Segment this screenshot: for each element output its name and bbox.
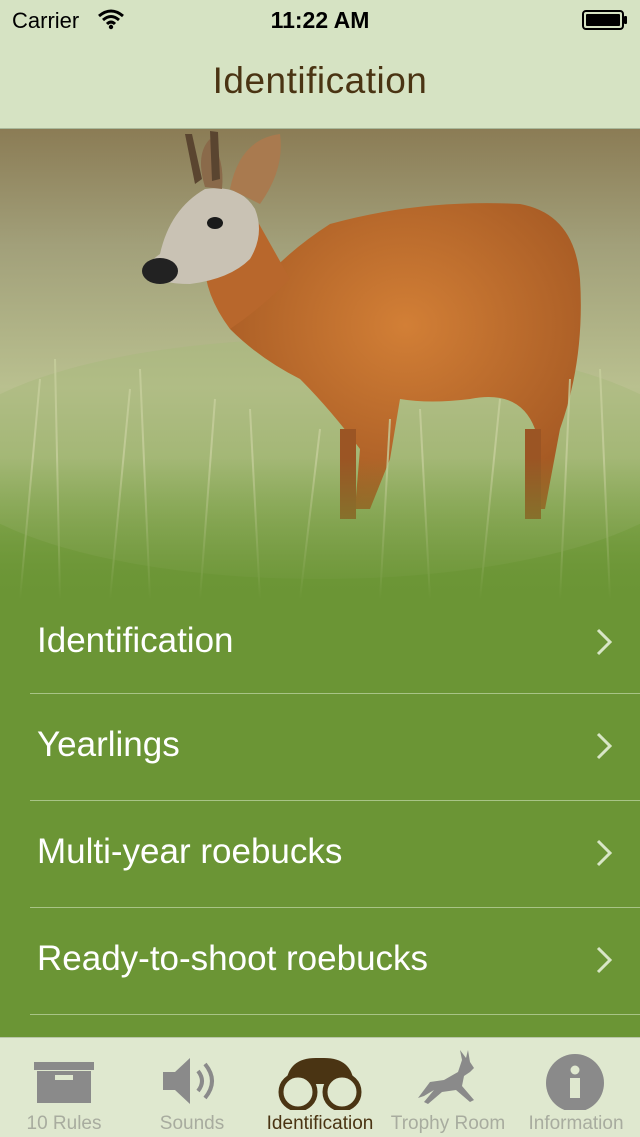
hero-image <box>0 129 640 599</box>
binoculars-icon <box>278 1058 362 1110</box>
list-item-identification[interactable]: Identification <box>30 590 640 694</box>
chevron-right-icon <box>596 732 612 760</box>
tab-information[interactable]: Information <box>512 1038 640 1137</box>
tab-label: Identification <box>266 1113 374 1134</box>
navigation-bar: Identification <box>0 40 640 129</box>
list-item-yearlings[interactable]: Yearlings <box>30 694 640 801</box>
tab-label: Trophy Room <box>390 1113 506 1134</box>
tab-10-rules[interactable]: 10 Rules <box>0 1038 128 1137</box>
list-item-multi-year-roebucks[interactable]: Multi-year roebucks <box>30 801 640 908</box>
page-title: Identification <box>212 60 428 101</box>
status-time: 11:22 AM <box>270 7 370 33</box>
list-item-ready-to-shoot-roebucks[interactable]: Ready-to-shoot roebucks <box>30 908 640 1015</box>
roe-deer-photo <box>0 129 640 599</box>
tab-sounds[interactable]: Sounds <box>128 1038 256 1137</box>
tab-label: Information <box>528 1113 624 1134</box>
list-item-label: Multi-year roebucks <box>37 832 343 871</box>
leaping-deer-icon <box>418 1050 474 1104</box>
status-bar: Carrier 11:22 AM <box>0 0 640 40</box>
list-item-label: Ready-to-shoot roebucks <box>37 939 429 978</box>
tab-label: 10 Rules <box>26 1113 102 1134</box>
chevron-right-icon <box>596 839 612 867</box>
tab-label: Sounds <box>159 1113 225 1134</box>
speaker-icon <box>163 1058 214 1104</box>
chevron-right-icon <box>596 628 612 656</box>
info-icon <box>546 1054 604 1110</box>
menu-list: Identification Yearlings Multi-year roeb… <box>0 590 640 1015</box>
chevron-right-icon <box>596 946 612 974</box>
tab-trophy-room[interactable]: Trophy Room <box>384 1038 512 1137</box>
tab-bar: 10 Rules Sounds Identification Trophy Ro… <box>0 1037 640 1137</box>
list-item-label: Identification <box>37 621 234 660</box>
tab-identification[interactable]: Identification <box>256 1038 384 1137</box>
battery-icon <box>582 10 627 30</box>
box-icon <box>34 1062 94 1103</box>
list-item-label: Yearlings <box>37 725 180 764</box>
